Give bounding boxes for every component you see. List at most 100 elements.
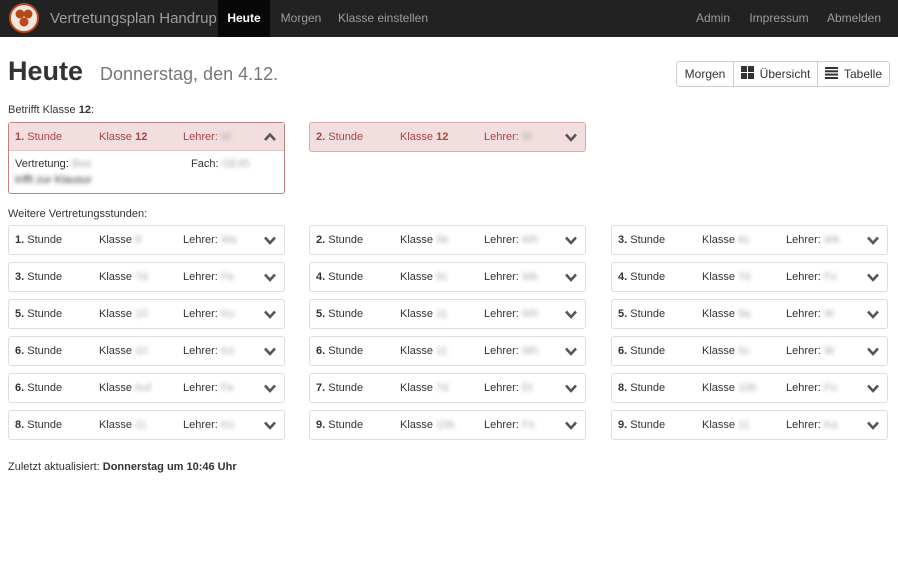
morgen-button-label: Morgen [684, 67, 726, 81]
card-klasse: Klasse Auf [99, 382, 151, 394]
card-lehrer: Lehrer: Ko [183, 419, 235, 431]
card-lehrer: Lehrer: Fe [183, 382, 234, 394]
chevron-down-icon[interactable] [866, 381, 880, 398]
grid-icon [740, 66, 754, 82]
card-lehrer: Lehrer: Wh [484, 345, 539, 357]
nav-admin[interactable]: Admin [688, 0, 738, 37]
chevron-down-icon[interactable] [866, 344, 880, 361]
uebersicht-button[interactable]: Übersicht [733, 61, 818, 87]
nav-impressum[interactable]: Impressum [745, 0, 813, 37]
substitution-card[interactable]: 3. Stunde Klasse 7d Lehrer: Fe [8, 262, 285, 292]
top-navbar: Vertretungsplan Handrup Heute Morgen Kla… [0, 0, 898, 37]
card-klasse: Klasse 10 [99, 308, 148, 320]
substitution-card[interactable]: 1. Stunde Klasse 8 Lehrer: Wa [8, 225, 285, 255]
card-klasse: Klasse 11 [400, 345, 448, 357]
page-title: Heute [8, 56, 84, 86]
card-lehrer: Lehrer: W [786, 308, 835, 320]
substitution-card[interactable]: 9. Stunde Klasse 11 Lehrer: Ka [611, 410, 888, 440]
chevron-down-icon[interactable] [866, 233, 880, 250]
substitution-card[interactable]: 6. Stunde Klasse 10 Lehrer: Ko [8, 336, 285, 366]
chevron-down-icon[interactable] [263, 270, 277, 287]
vertretung-detail: Vertretung: Bee [15, 158, 92, 170]
card-klasse: Klasse 11 [400, 308, 448, 320]
substitution-card[interactable]: 4. Stunde Klasse 6c Lehrer: Wk [309, 262, 586, 292]
own-card-collapsed[interactable]: 2. Stunde Klasse 12 Lehrer: W [309, 122, 586, 152]
logo-icon[interactable] [9, 3, 39, 33]
chevron-down-icon[interactable] [866, 418, 880, 435]
substitution-card[interactable]: 5. Stunde Klasse 11 Lehrer: Wh [309, 299, 586, 329]
card-hour: 4. Stunde [618, 271, 666, 283]
uebersicht-button-label: Übersicht [759, 67, 811, 81]
substitution-card[interactable]: 6. Stunde Klasse 5c Lehrer: W [611, 336, 888, 366]
own-card-expanded[interactable]: 1. Stunde Klasse 12 Lehrer: W Vertretung… [8, 122, 285, 194]
chevron-down-icon[interactable] [263, 418, 277, 435]
card-lehrer: Lehrer: W [183, 131, 232, 143]
morgen-button[interactable]: Morgen [676, 61, 734, 87]
chevron-down-icon[interactable] [263, 344, 277, 361]
card-lehrer: Lehrer: Wk [786, 234, 840, 246]
card-lehrer: Lehrer: Wa [183, 234, 238, 246]
card-hour: 1. Stunde [15, 234, 63, 246]
chevron-down-icon[interactable] [866, 270, 880, 287]
card-klasse: Klasse 6c [702, 234, 750, 246]
card-hour: 3. Stunde [618, 234, 666, 246]
last-updated: Zuletzt aktualisiert: Donnerstag um 10:4… [8, 461, 237, 473]
card-klasse: Klasse 5b [400, 234, 449, 246]
nav-heute[interactable]: Heute [218, 0, 270, 37]
card-hour: 8. Stunde [15, 419, 63, 431]
substitution-card[interactable]: 4. Stunde Klasse 7d Lehrer: Fo [611, 262, 888, 292]
tabelle-button[interactable]: Tabelle [817, 61, 890, 87]
substitution-card[interactable]: 6. Stunde Klasse 11 Lehrer: Wh [309, 336, 586, 366]
own-class-number: 12 [78, 104, 91, 116]
nav-abmelden[interactable]: Abmelden [820, 0, 888, 37]
chevron-down-icon[interactable] [263, 307, 277, 324]
chevron-down-icon[interactable] [263, 381, 277, 398]
vertretung-note: trifft zur Klausur [15, 174, 92, 186]
substitution-card[interactable]: 5. Stunde Klasse 10 Lehrer: Ko [8, 299, 285, 329]
card-klasse: Klasse 7d [702, 271, 751, 283]
card-lehrer: Lehrer: Et [484, 382, 533, 394]
card-klasse: Klasse 10b [702, 382, 757, 394]
card-klasse: Klasse 7d [400, 382, 449, 394]
chevron-down-icon[interactable] [564, 344, 578, 361]
card-klasse: Klasse 9a [702, 308, 751, 320]
substitution-card[interactable]: 8. Stunde Klasse 11 Lehrer: Ko [8, 410, 285, 440]
chevron-down-icon[interactable] [564, 270, 578, 287]
chevron-down-icon[interactable] [564, 418, 578, 435]
substitution-card[interactable]: 9. Stunde Klasse 10b Lehrer: Fo [309, 410, 586, 440]
substitution-card[interactable]: 3. Stunde Klasse 6c Lehrer: Wk [611, 225, 888, 255]
card-lehrer: Lehrer: Wk [484, 271, 538, 283]
chevron-down-icon[interactable] [866, 307, 880, 324]
chevron-up-icon[interactable] [263, 130, 277, 147]
card-lehrer: Lehrer: W [484, 131, 533, 143]
card-hour: 6. Stunde [316, 345, 364, 357]
nav-klasse-einstellen[interactable]: Klasse einstellen [333, 0, 433, 37]
chevron-down-icon[interactable] [263, 233, 277, 250]
card-lehrer: Lehrer: Wh [484, 234, 539, 246]
chevron-down-icon[interactable] [564, 307, 578, 324]
last-updated-value: Donnerstag um 10:46 Uhr [102, 461, 237, 473]
chevron-down-icon[interactable] [564, 233, 578, 250]
chevron-down-icon[interactable] [564, 381, 578, 398]
card-klasse: Klasse 6c [400, 271, 448, 283]
card-lehrer: Lehrer: Ka [786, 419, 838, 431]
card-klasse: Klasse 10 [99, 345, 148, 357]
chevron-down-icon[interactable] [564, 130, 578, 147]
page-date: Donnerstag, den 4.12. [100, 64, 279, 84]
substitution-card[interactable]: 2. Stunde Klasse 5b Lehrer: Wh [309, 225, 586, 255]
card-lehrer: Lehrer: Ko [183, 308, 235, 320]
card-lehrer: Lehrer: Ko [183, 345, 235, 357]
substitution-card[interactable]: 8. Stunde Klasse 10b Lehrer: Fo [611, 373, 888, 403]
card-lehrer: Lehrer: Fe [183, 271, 234, 283]
card-klasse: Klasse 10b [400, 419, 455, 431]
brand-title[interactable]: Vertretungsplan Handrup [50, 0, 217, 37]
card-hour: 6. Stunde [15, 382, 63, 394]
card-klasse: Klasse 11 [702, 419, 750, 431]
nav-morgen[interactable]: Morgen [272, 0, 330, 37]
substitution-card[interactable]: 6. Stunde Klasse Auf Lehrer: Fe [8, 373, 285, 403]
card-hour: 4. Stunde [316, 271, 364, 283]
last-updated-prefix: Zuletzt aktualisiert: [8, 461, 103, 473]
substitution-card[interactable]: 5. Stunde Klasse 9a Lehrer: W [611, 299, 888, 329]
card-klasse: Klasse 5c [702, 345, 750, 357]
substitution-card[interactable]: 7. Stunde Klasse 7d Lehrer: Et [309, 373, 586, 403]
